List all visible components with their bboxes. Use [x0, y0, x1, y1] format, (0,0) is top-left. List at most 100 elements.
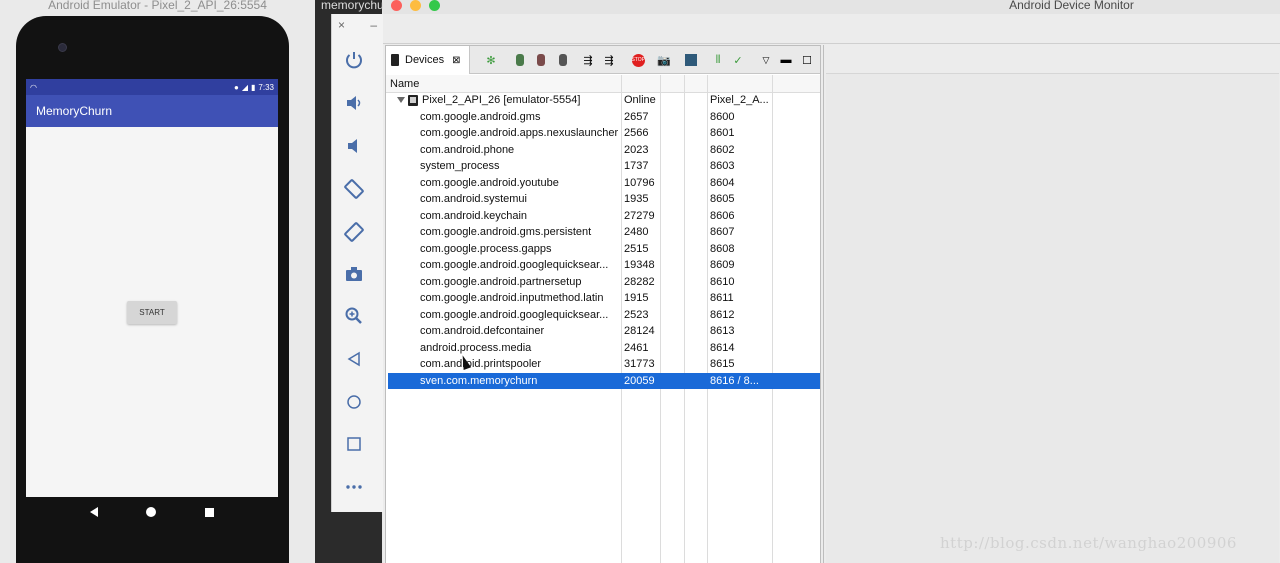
process-pid: 19348 [624, 259, 655, 271]
process-row[interactable]: com.google.android.youtube 10796 8604 [388, 175, 820, 192]
device-row[interactable]: Pixel_2_API_26 [emulator-5554] Online Pi… [388, 92, 820, 109]
table-header: Name [386, 75, 820, 93]
emulator-device-icon [408, 95, 418, 106]
title-bar: Android Device Monitor [383, 0, 1280, 14]
more-icon[interactable] [340, 473, 368, 501]
process-port: 8610 [710, 275, 735, 288]
right-panel-content [826, 73, 1279, 563]
process-port: 8604 [710, 176, 735, 189]
window-title: Android Device Monitor [1009, 0, 1134, 12]
process-row[interactable]: com.google.android.gms.persistent 2480 860… [388, 224, 820, 241]
status-bar: ◠ ● ◢ ▮ 7:33 [26, 79, 278, 95]
view-menu-icon[interactable]: ▽ [758, 52, 774, 68]
process-pid: 2515 [624, 242, 649, 255]
process-port: 8612 [710, 308, 735, 321]
process-row[interactable]: com.google.android.gms 2657 8600 [388, 109, 820, 126]
process-port: 8603 [710, 160, 735, 172]
maximize-view-icon[interactable]: ☐ [799, 52, 815, 68]
process-pid: 31773 [624, 358, 655, 370]
process-row[interactable]: com.android.defcontainer 28124 8613 [388, 323, 820, 340]
process-name: com.google.android.partnersetup [420, 275, 582, 288]
opengl-trace-icon[interactable]: ✓ [730, 52, 746, 68]
process-row[interactable]: com.android.phone 2023 8602 [388, 142, 820, 159]
process-row[interactable]: com.android.keychain 27279 8606 [388, 208, 820, 225]
stop-process-icon[interactable]: STOP [630, 52, 646, 68]
process-row[interactable]: com.google.android.googlequicksear... 252… [388, 307, 820, 324]
volume-up-icon[interactable] [340, 89, 368, 117]
watermark: http://blog.csdn.net/wanghao200906 [940, 534, 1237, 552]
process-row[interactable]: com.google.android.googlequicksear... 193… [388, 257, 820, 274]
emulator-control-panel: × – [331, 14, 383, 512]
main-toolbar [383, 14, 1280, 44]
process-port: 8602 [710, 143, 735, 156]
front-camera [58, 43, 67, 52]
nav-home-icon[interactable] [146, 507, 157, 517]
close-tab-icon[interactable]: ⊠ [452, 55, 460, 66]
camera-icon[interactable] [340, 260, 368, 288]
process-row[interactable]: com.google.process.gapps 2515 8608 [388, 241, 820, 258]
process-port: 8607 [710, 226, 735, 238]
screen-capture-icon[interactable]: 📷 [656, 52, 672, 68]
update-threads-icon[interactable]: ⇶ [580, 52, 596, 68]
process-pid: 2657 [624, 110, 649, 123]
process-row[interactable]: com.google.android.partnersetup 28282 8610 [388, 274, 820, 291]
process-pid: 10796 [624, 176, 655, 189]
cause-gc-icon[interactable] [555, 52, 571, 68]
tab-devices[interactable]: Devices ⊠ [386, 46, 470, 74]
update-heap-icon[interactable] [512, 52, 528, 68]
ide-tab[interactable]: memorychu [321, 0, 384, 12]
minimize-view-icon[interactable]: ▬ [778, 52, 794, 68]
device-serial: Pixel_2_A... [710, 94, 769, 106]
process-name: com.android.defcontainer [420, 325, 545, 337]
nav-back-icon[interactable] [90, 507, 99, 517]
emulator-window: Android Emulator - Pixel_2_API_26:5554 ◠… [0, 0, 315, 563]
nav-bar [26, 497, 278, 527]
rotate-left-icon[interactable] [340, 175, 368, 203]
power-icon[interactable] [340, 46, 368, 74]
process-port: 8616 / 8... [710, 374, 759, 387]
process-name: system_process [420, 160, 500, 172]
process-row[interactable]: android.process.media 2461 8614 [388, 340, 820, 357]
expand-triangle-icon[interactable] [397, 97, 405, 103]
start-button[interactable]: START [127, 301, 177, 324]
process-row[interactable]: system_process 1737 8603 [388, 158, 820, 175]
battery-icon: ▮ [251, 82, 256, 92]
process-port: 8609 [710, 259, 735, 271]
overview-icon[interactable] [340, 430, 368, 458]
process-name: com.google.android.googlequicksear... [420, 259, 609, 271]
dump-hprof-icon[interactable] [533, 52, 549, 68]
device-monitor-window: Android Device Monitor Devices ⊠ ✻ ⇶ ⇶ S… [383, 0, 1280, 563]
process-row[interactable]: sven.com.memorychurn 20059 8616 / 8... [388, 372, 820, 389]
process-row[interactable]: com.android.printspooler 31773 8615 [388, 356, 820, 373]
devices-tab-label: Devices [405, 54, 445, 66]
process-port: 8606 [710, 209, 735, 222]
home-icon[interactable] [340, 388, 368, 416]
process-name: com.google.android.youtube [420, 176, 559, 189]
close-icon[interactable]: × [338, 18, 345, 32]
app-title: MemoryChurn [26, 95, 278, 127]
rotate-right-icon[interactable] [340, 218, 368, 246]
process-row[interactable]: com.google.android.apps.nexuslauncher 256… [388, 125, 820, 142]
process-pid: 28124 [624, 325, 655, 337]
debug-process-icon[interactable]: ✻ [483, 52, 499, 68]
devices-view: Devices ⊠ ✻ ⇶ ⇶ STOP 📷 ⫴ ✓ ▽ ▬ ☐ Name Pi… [385, 45, 821, 563]
dump-view-hierarchy-icon[interactable] [683, 52, 699, 68]
back-icon[interactable] [340, 345, 368, 373]
process-port: 8605 [710, 193, 735, 205]
wifi-icon: ◠ [30, 82, 37, 92]
minimize-icon[interactable]: – [370, 18, 377, 32]
column-header-name[interactable]: Name [390, 78, 419, 90]
process-pid: 28282 [624, 275, 655, 288]
process-pid: 2023 [624, 143, 649, 156]
method-profiling-icon[interactable]: ⇶ [601, 52, 617, 68]
process-name: com.google.android.apps.nexuslauncher [420, 127, 619, 139]
status-time: 7:33 [258, 82, 274, 92]
process-pid: 27279 [624, 209, 655, 222]
systrace-icon[interactable]: ⫴ [710, 52, 726, 68]
zoom-icon[interactable] [340, 302, 368, 330]
process-row[interactable]: com.android.systemui 1935 8605 [388, 191, 820, 208]
process-row[interactable]: com.google.android.inputmethod.latin 1915… [388, 290, 820, 307]
phone-screen: ◠ ● ◢ ▮ 7:33 MemoryChurn START [26, 79, 278, 497]
volume-down-icon[interactable] [340, 132, 368, 160]
nav-recents-icon[interactable] [204, 507, 214, 517]
